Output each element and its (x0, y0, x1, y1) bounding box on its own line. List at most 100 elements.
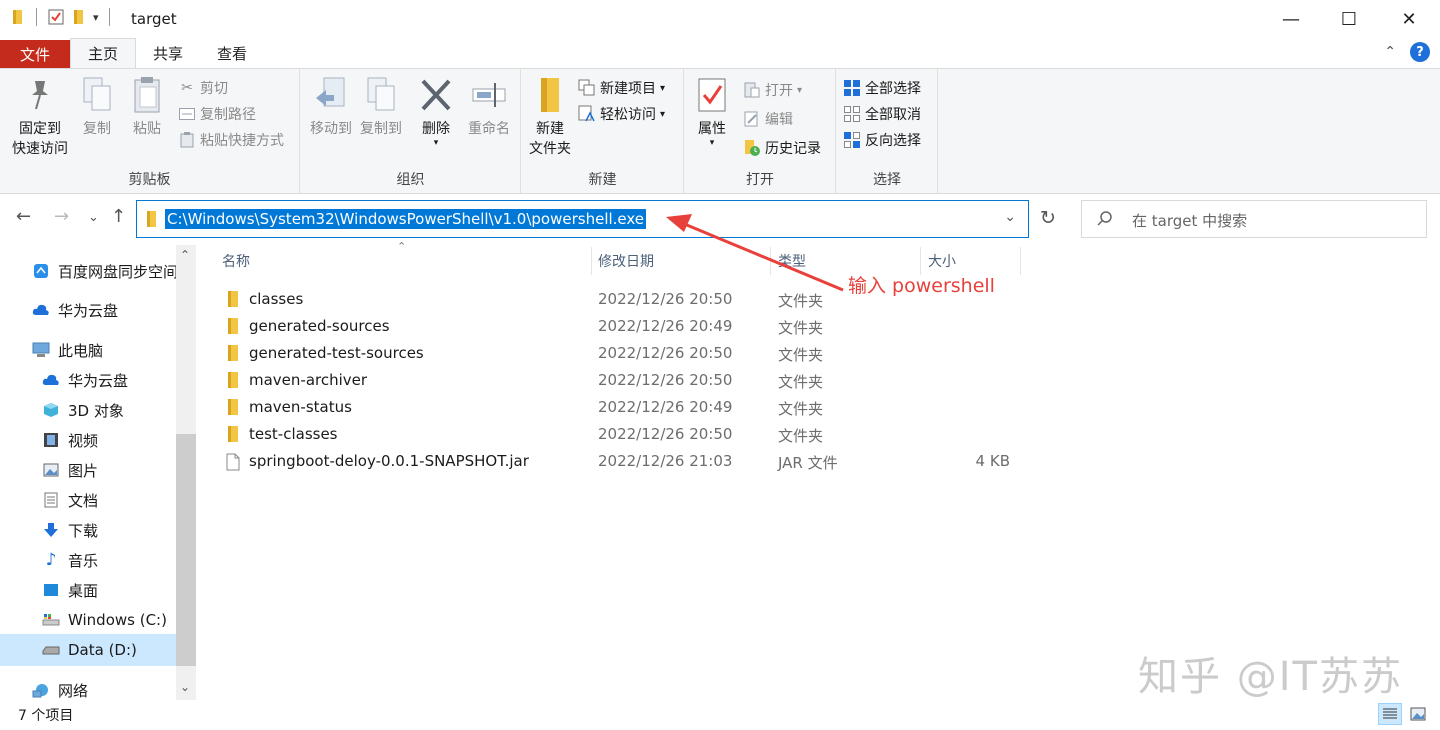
cloud-icon (42, 371, 60, 389)
table-row[interactable]: generated-sources 2022/12/26 20:49 文件夹 (220, 313, 1020, 340)
nav-item-label: Data (D:) (68, 641, 137, 659)
folder-icon (228, 291, 238, 307)
music-icon: ♪ (45, 550, 57, 570)
details-view-button[interactable] (1378, 703, 1402, 725)
history-button[interactable]: 历史记录 (743, 137, 821, 159)
new-item-button[interactable]: 新建项目 ▾ (578, 77, 665, 99)
nav-item-huawei-cloud[interactable]: 华为云盘 (32, 296, 118, 324)
easy-access-button[interactable]: 轻松访问 ▾ (578, 103, 665, 125)
column-separator[interactable] (770, 247, 771, 275)
table-row[interactable]: springboot-deloy-0.0.1-SNAPSHOT.jar 2022/… (220, 448, 1020, 475)
nav-item-drive-c[interactable]: Windows (C:) (42, 606, 167, 634)
scroll-down-icon[interactable]: ⌄ (180, 680, 190, 694)
nav-item-downloads[interactable]: 下载 (42, 516, 98, 544)
file-date: 2022/12/26 20:50 (598, 371, 733, 389)
recent-locations-button[interactable]: ⌄ (88, 210, 99, 225)
open-button[interactable]: 打开 ▾ (743, 79, 802, 101)
new-folder-button[interactable]: 新建 文件夹 (526, 75, 574, 159)
maximize-button[interactable]: ☐ (1320, 0, 1378, 38)
copy-path-label: 复制路径 (200, 107, 256, 123)
invert-selection-button[interactable]: 反向选择 (843, 129, 921, 151)
close-button[interactable]: ✕ (1380, 0, 1438, 38)
address-dropdown-icon[interactable]: ⌄ (1004, 209, 1016, 225)
delete-dropdown-icon[interactable]: ▾ (434, 139, 439, 148)
up-button[interactable]: ↑ (111, 206, 126, 227)
file-name: generated-test-sources (249, 344, 424, 362)
ribbon-tabs: 文件 主页 共享 查看 (0, 38, 1440, 68)
nav-item-3d-objects[interactable]: 3D 对象 (42, 396, 124, 424)
nav-item-pictures[interactable]: 图片 (42, 456, 98, 484)
delete-button[interactable]: 删除 ▾ (415, 75, 457, 148)
tab-file[interactable]: 文件 (0, 40, 70, 68)
desktop-icon (42, 581, 60, 599)
nav-item-network[interactable]: 网络 (32, 676, 88, 704)
table-row[interactable]: maven-archiver 2022/12/26 20:50 文件夹 (220, 367, 1020, 394)
properties-button[interactable]: 属性 ▾ (691, 75, 733, 148)
scroll-up-icon[interactable]: ⌃ (180, 248, 190, 262)
annotation-text: 输入 powershell (848, 275, 995, 297)
nav-item-desktop[interactable]: 桌面 (42, 576, 98, 604)
properties-dropdown-icon[interactable]: ▾ (710, 139, 715, 148)
file-name: generated-sources (249, 317, 390, 335)
nav-item-videos[interactable]: 视频 (42, 426, 98, 454)
ribbon-right-controls: ⌃ ? (1384, 42, 1430, 62)
search-input[interactable]: 在 target 中搜索 (1132, 210, 1247, 231)
nav-item-this-pc[interactable]: 此电脑 (32, 336, 103, 364)
nav-item-drive-d[interactable]: Data (D:) (0, 634, 176, 666)
tab-home[interactable]: 主页 (70, 38, 137, 68)
column-header-date[interactable]: 修改日期 (598, 245, 654, 277)
delete-label: 删除 (422, 121, 450, 137)
copy-path-icon (178, 105, 196, 123)
table-row[interactable]: generated-test-sources 2022/12/26 20:50 文件… (220, 340, 1020, 367)
column-header-name[interactable]: 名称 (222, 245, 250, 277)
minimize-button[interactable]: — (1262, 0, 1320, 38)
rename-button[interactable]: 重命名 (463, 75, 515, 139)
cut-button[interactable]: ✂ 剪切 (178, 77, 228, 99)
refresh-button[interactable]: ↻ (1040, 207, 1056, 229)
large-icons-view-button[interactable] (1406, 703, 1430, 725)
table-row[interactable]: test-classes 2022/12/26 20:50 文件夹 (220, 421, 1020, 448)
collapse-ribbon-icon[interactable]: ⌃ (1384, 44, 1396, 60)
nav-item-huawei-cloud-2[interactable]: 华为云盘 (42, 366, 128, 394)
new-folder-icon[interactable] (71, 9, 87, 25)
back-button[interactable]: ← (16, 206, 31, 227)
column-separator[interactable] (1020, 247, 1021, 275)
select-all-button[interactable]: 全部选择 (843, 77, 921, 99)
pin-quick-access-button[interactable]: 固定到 快速访问 (8, 75, 72, 159)
copy-button[interactable]: 复制 (76, 75, 118, 139)
nav-item-music[interactable]: ♪ 音乐 (42, 546, 98, 574)
forward-button[interactable]: → (54, 206, 69, 227)
paste-button[interactable]: 粘贴 (126, 75, 168, 139)
paste-shortcut-button[interactable]: 粘贴快捷方式 (178, 129, 284, 151)
customize-toolbar-icon[interactable]: ▾ (93, 11, 99, 24)
copy-to-button[interactable]: 复制到 (355, 75, 407, 139)
edit-icon (743, 110, 761, 128)
nav-item-documents[interactable]: 文档 (42, 486, 98, 514)
sort-ascending-icon: ⌃ (397, 240, 407, 253)
column-separator[interactable] (591, 247, 592, 275)
file-name: springboot-deloy-0.0.1-SNAPSHOT.jar (249, 452, 529, 470)
properties-icon[interactable] (47, 8, 65, 26)
tab-view[interactable]: 查看 (200, 38, 264, 68)
move-to-button[interactable]: 移动到 (305, 75, 357, 139)
navigation-pane: 百度网盘同步空间 华为云盘 此电脑 华为云盘 3D 对象 视频 图片 文档 下载… (0, 245, 196, 700)
nav-scrollbar-thumb[interactable] (176, 434, 196, 666)
select-none-button[interactable]: 全部取消 (843, 103, 921, 125)
nav-item-label: Windows (C:) (68, 611, 167, 629)
select-none-icon (843, 105, 861, 123)
large-icons-view-icon (1410, 707, 1426, 721)
address-input[interactable]: C:\Windows\System32\WindowsPowerShell\v1… (165, 209, 647, 229)
search-box[interactable]: 在 target 中搜索 (1081, 200, 1427, 238)
organize-group: 移动到 复制到 删除 ▾ 重命名 组织 (301, 69, 521, 193)
file-date: 2022/12/26 20:50 (598, 290, 733, 308)
copy-path-button[interactable]: 复制路径 (178, 103, 256, 125)
tab-share[interactable]: 共享 (136, 38, 200, 68)
address-bar[interactable]: C:\Windows\System32\WindowsPowerShell\v1… (136, 200, 1029, 238)
clipboard-group-label: 剪贴板 (128, 172, 171, 188)
help-icon[interactable]: ? (1410, 42, 1430, 62)
pin-label-1: 固定到 (19, 121, 61, 137)
nav-item-baidu[interactable]: 百度网盘同步空间 (32, 257, 178, 285)
column-header-type[interactable]: 类型 (778, 245, 806, 277)
table-row[interactable]: maven-status 2022/12/26 20:49 文件夹 (220, 394, 1020, 421)
edit-button[interactable]: 编辑 (743, 108, 793, 130)
